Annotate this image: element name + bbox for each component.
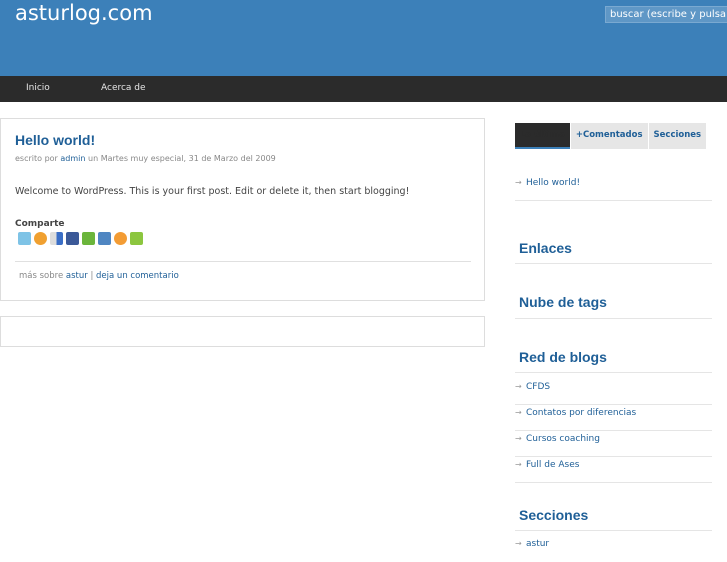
tags-divider	[515, 318, 712, 319]
post-title[interactable]: Hello world!	[15, 132, 95, 148]
linkedin-icon[interactable]	[98, 232, 111, 245]
post-content: Welcome to WordPress. This is your first…	[15, 186, 410, 197]
post-meta-prefix: escrito por	[15, 154, 61, 163]
blog-label: Cursos coaching	[526, 434, 600, 444]
arrow-icon: →	[515, 382, 522, 391]
blogs-divider	[515, 372, 712, 373]
section-item[interactable]: → astur	[515, 536, 712, 562]
post-card: Hello world! escrito por admin un Martes…	[0, 118, 485, 301]
stumbleupon-icon[interactable]	[34, 232, 47, 245]
twitter-icon[interactable]	[18, 232, 31, 245]
sections-heading: Secciones	[519, 507, 589, 523]
latest-post-item[interactable]: → Hello world!	[515, 175, 712, 201]
blog-item[interactable]: → Cursos coaching	[515, 431, 712, 457]
comment-link[interactable]: deja un comentario	[96, 271, 179, 281]
nav-item-acerca-de[interactable]: Acerca de	[101, 83, 146, 93]
category-link[interactable]: astur	[66, 271, 88, 281]
delicious-icon[interactable]	[50, 232, 63, 245]
post-author-link[interactable]: admin	[60, 154, 85, 163]
nav-item-inicio[interactable]: Inicio	[26, 83, 50, 93]
post-meta-date: un Martes muy especial, 31 de Marzo del …	[85, 154, 276, 163]
tab-lo-ultimo[interactable]: Lo último	[515, 123, 570, 149]
blogs-heading: Red de blogs	[519, 349, 607, 365]
enlaces-divider	[515, 263, 712, 264]
technorati-icon[interactable]	[82, 232, 95, 245]
site-header: asturlog.com buscar (escribe y pulsa ent…	[0, 0, 727, 76]
facebook-icon[interactable]	[66, 232, 79, 245]
arrow-icon: →	[515, 434, 522, 443]
arrow-icon: →	[515, 460, 522, 469]
post-divider	[15, 261, 471, 262]
post-card-empty	[0, 316, 485, 347]
blog-item[interactable]: → Contatos por diferencias	[515, 405, 712, 431]
post-footer: más sobre astur | deja un comentario	[19, 271, 179, 281]
tab-comentados[interactable]: +Comentados	[570, 123, 648, 149]
arrow-icon: →	[515, 539, 522, 548]
blog-item[interactable]: → Full de Ases	[515, 457, 712, 483]
site-title[interactable]: asturlog.com	[15, 1, 153, 25]
post-meta: escrito por admin un Martes muy especial…	[15, 154, 276, 163]
arrow-icon: →	[515, 178, 522, 187]
main-nav: Inicio Acerca de	[0, 76, 727, 102]
blog-item[interactable]: → CFDS	[515, 379, 712, 405]
post-footer-separator: |	[87, 271, 97, 281]
sidebar-tabs: Lo último +Comentados Secciones	[515, 123, 707, 149]
section-label: astur	[526, 539, 550, 549]
email-icon[interactable]	[130, 232, 143, 245]
share-icons	[18, 232, 143, 245]
share-label: Comparte	[15, 219, 65, 229]
search-input[interactable]: buscar (escribe y pulsa enter)	[605, 6, 727, 23]
tab-secciones[interactable]: Secciones	[648, 123, 707, 149]
rss-icon[interactable]	[114, 232, 127, 245]
latest-post-label: Hello world!	[526, 178, 581, 188]
post-footer-prefix: más sobre	[19, 271, 66, 281]
blog-label: CFDS	[526, 382, 551, 392]
sections-divider	[515, 530, 712, 531]
arrow-icon: →	[515, 408, 522, 417]
enlaces-heading: Enlaces	[519, 240, 572, 256]
blog-label: Full de Ases	[526, 460, 580, 470]
blog-label: Contatos por diferencias	[526, 408, 637, 418]
tags-heading: Nube de tags	[519, 294, 607, 310]
